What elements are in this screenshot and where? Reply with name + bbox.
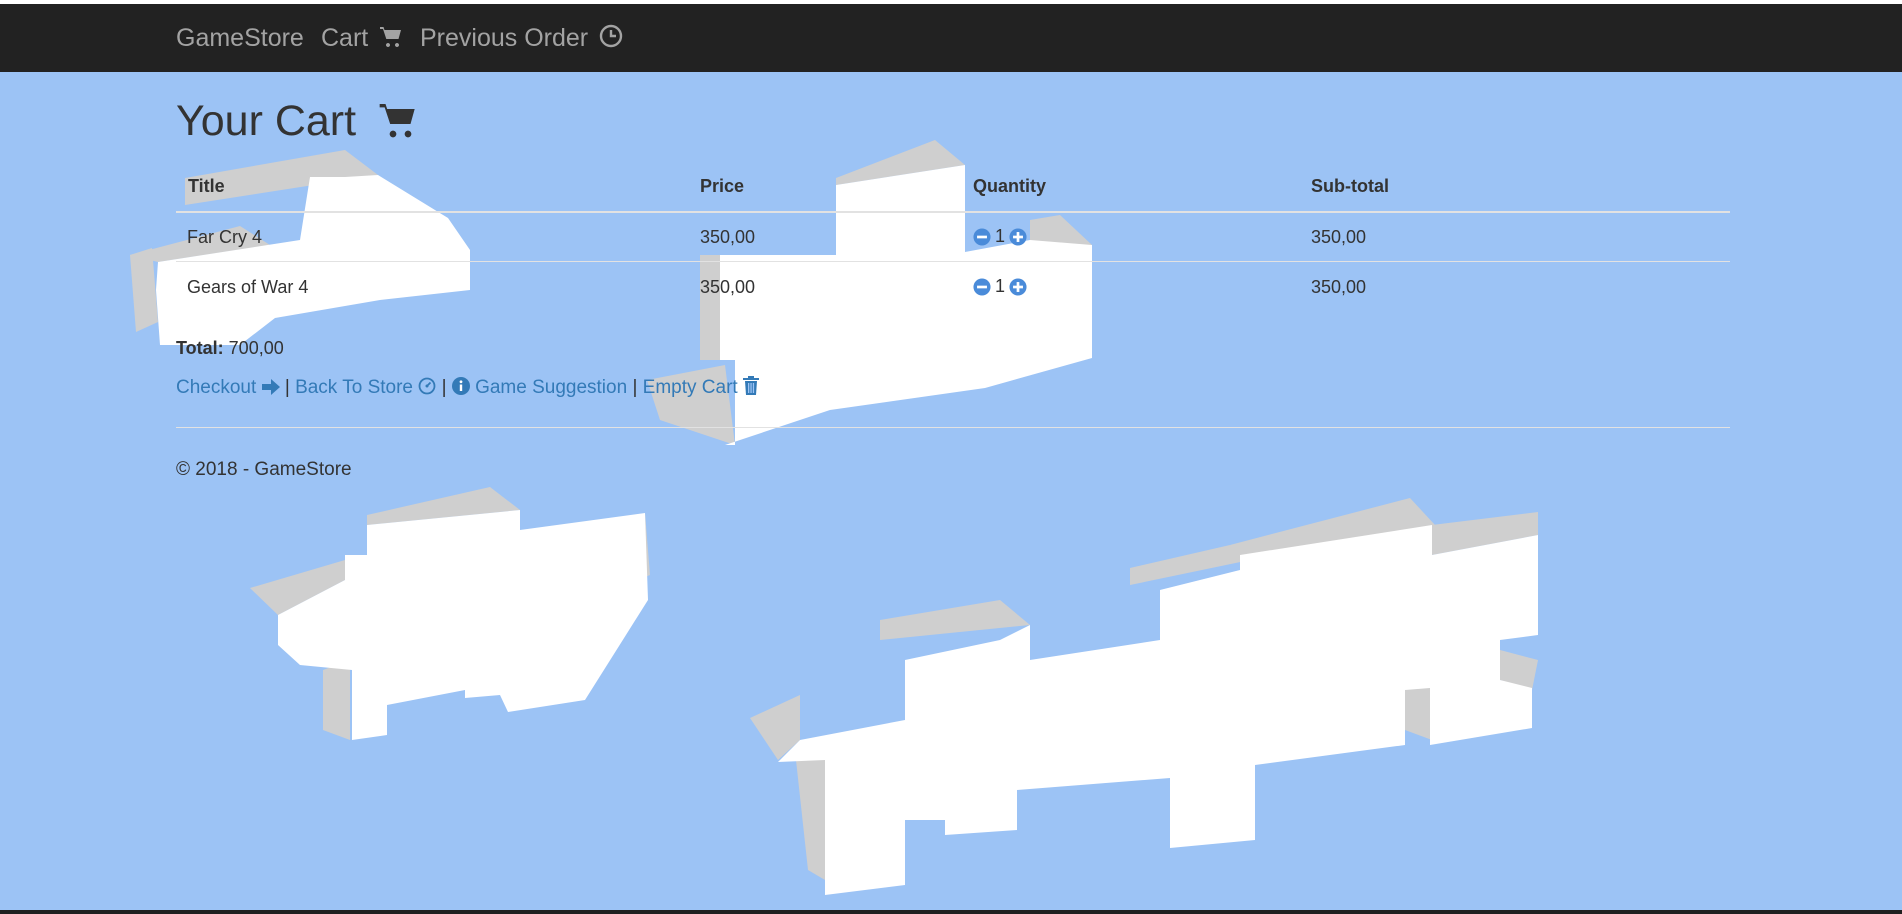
total-label: Total: — [176, 338, 224, 358]
increase-quantity-icon[interactable] — [1009, 277, 1027, 296]
row-title: Far Cry 4 — [187, 227, 263, 247]
game-suggestion-link[interactable]: Game Suggestion — [451, 377, 633, 398]
checkout-label: Checkout — [176, 377, 257, 398]
empty-cart-label: Empty Cart — [642, 377, 738, 398]
arrow-right-icon — [261, 379, 280, 395]
info-icon — [451, 377, 470, 395]
column-header-title: Title — [188, 176, 225, 196]
empty-cart-link[interactable]: Empty Cart — [642, 376, 759, 398]
row-title: Gears of War 4 — [187, 277, 309, 297]
quantity-stepper: 1 — [973, 276, 1027, 297]
total-value: 700,00 — [228, 338, 284, 358]
page-title: Your Cart — [176, 97, 418, 146]
quantity-stepper: 1 — [973, 226, 1027, 247]
dashboard-icon — [418, 377, 436, 395]
trash-icon — [742, 376, 759, 395]
cart-actions: Checkout | Back To Store | Game Suggesti… — [176, 376, 759, 399]
action-separator: | — [284, 377, 290, 398]
main-content: Your Cart Title Price Quantity Sub-total… — [0, 0, 1902, 914]
checkout-link[interactable]: Checkout — [176, 377, 285, 398]
action-separator: | — [632, 377, 638, 398]
game-suggestion-label: Game Suggestion — [475, 377, 628, 398]
footer-divider — [176, 427, 1730, 428]
action-separator: | — [441, 377, 447, 398]
row-divider — [176, 261, 1730, 262]
cart-icon — [379, 104, 415, 138]
back-to-store-label: Back To Store — [295, 377, 413, 398]
quantity-value: 1 — [995, 226, 1006, 246]
row-price: 350,00 — [700, 227, 756, 247]
back-to-store-link[interactable]: Back To Store — [295, 377, 442, 398]
table-header-divider — [176, 211, 1730, 213]
decrease-quantity-icon[interactable] — [973, 227, 991, 246]
footer-copyright: © 2018 - GameStore — [176, 459, 352, 480]
page-title-text: Your Cart — [176, 97, 357, 145]
increase-quantity-icon[interactable] — [1009, 227, 1027, 246]
column-header-price: Price — [700, 176, 745, 196]
decrease-quantity-icon[interactable] — [973, 277, 991, 296]
row-price: 350,00 — [700, 277, 756, 297]
row-subtotal: 350,00 — [1311, 277, 1367, 297]
quantity-value: 1 — [995, 276, 1006, 296]
column-header-subtotal: Sub-total — [1311, 176, 1389, 196]
row-subtotal: 350,00 — [1311, 227, 1367, 247]
cart-total: Total: 700,00 — [176, 338, 284, 359]
column-header-quantity: Quantity — [973, 176, 1047, 196]
